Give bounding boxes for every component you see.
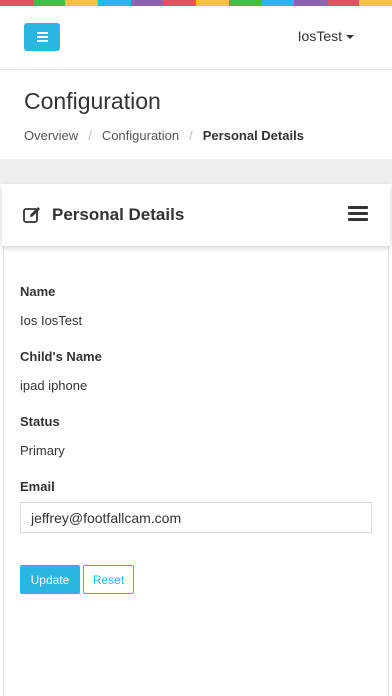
breadcrumb-configuration[interactable]: Configuration — [102, 128, 179, 143]
breadcrumb-separator: / — [189, 128, 193, 143]
sidebar-toggle-button[interactable] — [24, 23, 60, 51]
name-field: Name Ios IosTest — [20, 284, 372, 328]
child-name-value: ipad iphone — [20, 378, 88, 393]
user-name: IosTest — [297, 28, 342, 44]
name-value: Ios IosTest — [20, 313, 83, 328]
email-input[interactable] — [20, 502, 372, 533]
breadcrumb-overview[interactable]: Overview — [24, 128, 78, 143]
panel-menu-button[interactable] — [348, 206, 368, 224]
update-button[interactable]: Update — [20, 565, 80, 594]
email-label: Email — [20, 479, 55, 494]
page-header: Configuration Overview / Configuration /… — [0, 70, 392, 159]
status-field: Status Primary — [20, 414, 372, 458]
form-actions: Update Reset — [20, 565, 372, 594]
reset-button[interactable]: Reset — [83, 565, 134, 594]
breadcrumb: Overview / Configuration / Personal Deta… — [24, 128, 368, 143]
breadcrumb-personal-details: Personal Details — [202, 128, 304, 143]
page-title: Configuration — [24, 88, 161, 114]
section-divider — [0, 159, 392, 184]
hamburger-icon — [36, 30, 48, 44]
user-dropdown[interactable]: IosTest — [298, 28, 354, 44]
status-value: Primary — [20, 443, 65, 458]
caret-down-icon — [346, 35, 354, 39]
email-field-group: Email — [20, 479, 372, 533]
panel-title: Personal Details — [52, 205, 185, 224]
status-label: Status — [20, 414, 60, 429]
name-label: Name — [20, 284, 56, 299]
personal-details-form: Name Ios IosTest Child's Name ipad iphon… — [20, 284, 372, 594]
top-navbar: IosTest — [0, 6, 392, 70]
edit-icon — [23, 207, 40, 223]
child-name-label: Child's Name — [20, 349, 102, 364]
child-name-field: Child's Name ipad iphone — [20, 349, 372, 393]
panel-header: Personal Details — [2, 184, 390, 246]
breadcrumb-separator: / — [88, 128, 92, 143]
personal-details-panel: Personal Details Name Ios IosTest Child'… — [2, 184, 390, 696]
